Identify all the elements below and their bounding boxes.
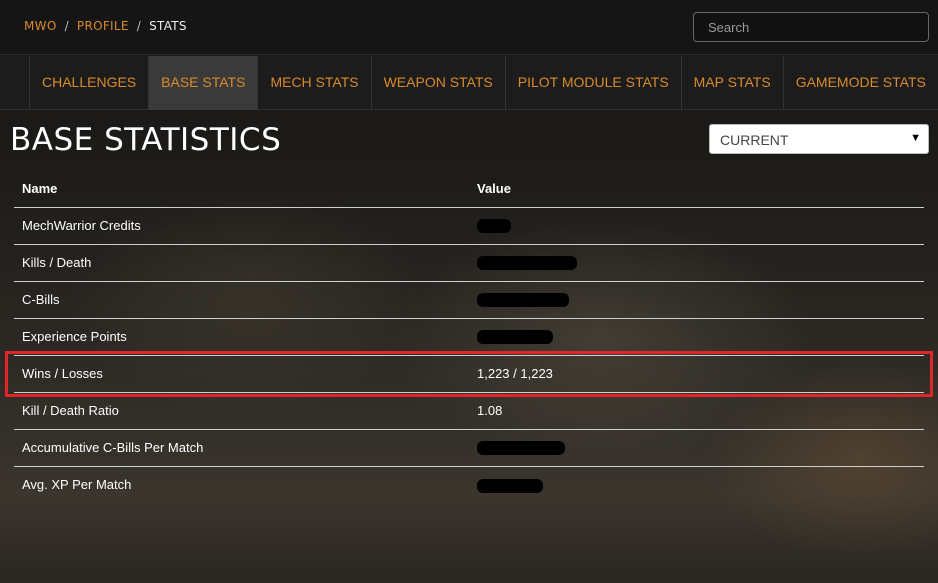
stat-name: Wins / Losses [14,355,469,393]
redacted-value [477,219,511,234]
table-row: Kills / Death [14,244,924,282]
top-bar: MWO / PROFILE / STATS [0,0,938,55]
stat-value [469,207,924,245]
tab-base-stats[interactable]: BASE STATS [148,56,258,110]
stat-name: Kills / Death [14,244,469,282]
redacted-value [477,293,569,308]
table-row-highlighted: Wins / Losses 1,223 / 1,223 [14,355,924,393]
stat-name: C-Bills [14,281,469,319]
tab-pilot-module-stats[interactable]: PILOT MODULE STATS [504,56,681,110]
stat-name: Avg. XP Per Match [22,477,132,493]
breadcrumb-mwo[interactable]: MWO [24,19,57,33]
stat-name: Kill / Death Ratio [14,392,469,430]
base-stats-table: Name Value MechWarrior Credits Kills / D… [14,170,924,503]
page-title: BASE STATISTICS [10,122,282,158]
tab-weapon-stats[interactable]: WEAPON STATS [370,56,505,110]
table-row: Avg. XP Per Match [14,466,924,503]
period-select-value: CURRENT [720,132,789,148]
redacted-value [477,478,543,493]
table-row: Accumulative C-Bills Per Match [14,429,924,467]
search-input[interactable] [693,12,929,42]
stat-name: Accumulative C-Bills Per Match [14,429,469,467]
period-select[interactable]: CURRENT ▼ [709,124,929,154]
column-header-value: Value [469,170,924,208]
breadcrumb-current: STATS [149,19,187,33]
table-row: C-Bills [14,281,924,319]
stat-name: MechWarrior Credits [14,207,469,245]
redacted-value [477,441,565,456]
column-header-name: Name [14,170,469,208]
table-row: Kill / Death Ratio 1.08 [14,392,924,430]
tabs: CHALLENGES BASE STATS MECH STATS WEAPON … [29,56,938,110]
stat-value: 1.08 [469,392,924,430]
breadcrumb: MWO / PROFILE / STATS [24,19,187,33]
stat-value: 1,223 / 1,223 [469,355,924,393]
stats-tab-bar: CHALLENGES BASE STATS MECH STATS WEAPON … [0,56,938,110]
stat-value [469,281,924,319]
stat-value [469,429,924,467]
tab-challenges[interactable]: CHALLENGES [29,56,148,110]
stat-value [469,318,924,356]
table-header-row: Name Value [14,170,924,208]
redacted-value [477,256,577,271]
breadcrumb-separator: / [136,19,142,33]
table-row: Experience Points [14,318,924,356]
stat-value [469,466,924,503]
caret-down-icon: ▼ [910,132,921,144]
table-row: MechWarrior Credits [14,207,924,245]
breadcrumb-separator: / [64,19,69,33]
tab-map-stats[interactable]: MAP STATS [680,56,783,110]
tab-gamemode-stats[interactable]: GAMEMODE STATS [782,56,938,110]
breadcrumb-profile[interactable]: PROFILE [77,19,129,33]
stat-name: Experience Points [14,318,469,356]
stat-value [469,244,924,282]
tab-mech-stats[interactable]: MECH STATS [257,56,370,110]
redacted-value [477,330,553,345]
